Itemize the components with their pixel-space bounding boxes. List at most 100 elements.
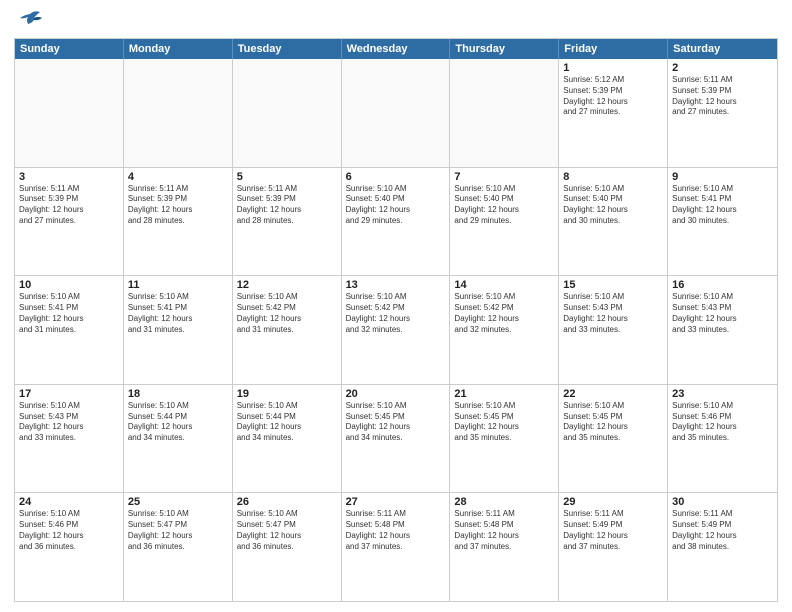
day-number: 30 <box>672 496 773 508</box>
day-number: 29 <box>563 496 663 508</box>
cal-cell: 10Sunrise: 5:10 AM Sunset: 5:41 PM Dayli… <box>15 276 124 384</box>
cal-cell <box>15 59 124 167</box>
calendar: SundayMondayTuesdayWednesdayThursdayFrid… <box>14 38 778 602</box>
day-info: Sunrise: 5:11 AM Sunset: 5:39 PM Dayligh… <box>128 184 228 227</box>
day-header-saturday: Saturday <box>668 39 777 59</box>
day-info: Sunrise: 5:11 AM Sunset: 5:48 PM Dayligh… <box>346 509 446 552</box>
cal-cell: 18Sunrise: 5:10 AM Sunset: 5:44 PM Dayli… <box>124 385 233 493</box>
day-info: Sunrise: 5:11 AM Sunset: 5:39 PM Dayligh… <box>19 184 119 227</box>
cal-cell: 2Sunrise: 5:11 AM Sunset: 5:39 PM Daylig… <box>668 59 777 167</box>
cal-cell: 3Sunrise: 5:11 AM Sunset: 5:39 PM Daylig… <box>15 168 124 276</box>
day-number: 24 <box>19 496 119 508</box>
day-number: 25 <box>128 496 228 508</box>
cal-cell <box>342 59 451 167</box>
day-number: 23 <box>672 388 773 400</box>
day-info: Sunrise: 5:11 AM Sunset: 5:49 PM Dayligh… <box>563 509 663 552</box>
day-info: Sunrise: 5:10 AM Sunset: 5:41 PM Dayligh… <box>128 292 228 335</box>
day-header-sunday: Sunday <box>15 39 124 59</box>
day-number: 7 <box>454 171 554 183</box>
day-header-monday: Monday <box>124 39 233 59</box>
cal-cell: 11Sunrise: 5:10 AM Sunset: 5:41 PM Dayli… <box>124 276 233 384</box>
day-number: 2 <box>672 62 773 74</box>
logo <box>14 10 44 32</box>
cal-cell: 17Sunrise: 5:10 AM Sunset: 5:43 PM Dayli… <box>15 385 124 493</box>
week-row-1: 3Sunrise: 5:11 AM Sunset: 5:39 PM Daylig… <box>15 168 777 277</box>
day-number: 11 <box>128 279 228 291</box>
cal-cell: 27Sunrise: 5:11 AM Sunset: 5:48 PM Dayli… <box>342 493 451 601</box>
day-info: Sunrise: 5:10 AM Sunset: 5:46 PM Dayligh… <box>19 509 119 552</box>
cal-cell: 4Sunrise: 5:11 AM Sunset: 5:39 PM Daylig… <box>124 168 233 276</box>
day-info: Sunrise: 5:10 AM Sunset: 5:46 PM Dayligh… <box>672 401 773 444</box>
cal-cell: 21Sunrise: 5:10 AM Sunset: 5:45 PM Dayli… <box>450 385 559 493</box>
day-info: Sunrise: 5:10 AM Sunset: 5:42 PM Dayligh… <box>346 292 446 335</box>
day-info: Sunrise: 5:10 AM Sunset: 5:45 PM Dayligh… <box>563 401 663 444</box>
cal-cell: 19Sunrise: 5:10 AM Sunset: 5:44 PM Dayli… <box>233 385 342 493</box>
day-header-tuesday: Tuesday <box>233 39 342 59</box>
day-number: 20 <box>346 388 446 400</box>
cal-cell: 1Sunrise: 5:12 AM Sunset: 5:39 PM Daylig… <box>559 59 668 167</box>
day-info: Sunrise: 5:12 AM Sunset: 5:39 PM Dayligh… <box>563 75 663 118</box>
cal-cell: 13Sunrise: 5:10 AM Sunset: 5:42 PM Dayli… <box>342 276 451 384</box>
day-info: Sunrise: 5:11 AM Sunset: 5:39 PM Dayligh… <box>237 184 337 227</box>
logo-bird-icon <box>16 10 44 32</box>
page: SundayMondayTuesdayWednesdayThursdayFrid… <box>0 0 792 612</box>
day-number: 8 <box>563 171 663 183</box>
day-info: Sunrise: 5:10 AM Sunset: 5:43 PM Dayligh… <box>672 292 773 335</box>
cal-cell: 16Sunrise: 5:10 AM Sunset: 5:43 PM Dayli… <box>668 276 777 384</box>
day-number: 10 <box>19 279 119 291</box>
day-info: Sunrise: 5:10 AM Sunset: 5:43 PM Dayligh… <box>563 292 663 335</box>
day-info: Sunrise: 5:10 AM Sunset: 5:45 PM Dayligh… <box>346 401 446 444</box>
cal-cell: 29Sunrise: 5:11 AM Sunset: 5:49 PM Dayli… <box>559 493 668 601</box>
cal-cell: 20Sunrise: 5:10 AM Sunset: 5:45 PM Dayli… <box>342 385 451 493</box>
week-row-4: 24Sunrise: 5:10 AM Sunset: 5:46 PM Dayli… <box>15 493 777 601</box>
cal-cell: 24Sunrise: 5:10 AM Sunset: 5:46 PM Dayli… <box>15 493 124 601</box>
day-number: 9 <box>672 171 773 183</box>
cal-cell: 28Sunrise: 5:11 AM Sunset: 5:48 PM Dayli… <box>450 493 559 601</box>
cal-cell: 22Sunrise: 5:10 AM Sunset: 5:45 PM Dayli… <box>559 385 668 493</box>
day-number: 18 <box>128 388 228 400</box>
day-number: 27 <box>346 496 446 508</box>
cal-cell: 25Sunrise: 5:10 AM Sunset: 5:47 PM Dayli… <box>124 493 233 601</box>
cal-cell: 23Sunrise: 5:10 AM Sunset: 5:46 PM Dayli… <box>668 385 777 493</box>
day-info: Sunrise: 5:10 AM Sunset: 5:47 PM Dayligh… <box>237 509 337 552</box>
day-number: 14 <box>454 279 554 291</box>
day-number: 3 <box>19 171 119 183</box>
day-info: Sunrise: 5:10 AM Sunset: 5:44 PM Dayligh… <box>237 401 337 444</box>
day-number: 13 <box>346 279 446 291</box>
day-info: Sunrise: 5:10 AM Sunset: 5:40 PM Dayligh… <box>346 184 446 227</box>
day-info: Sunrise: 5:11 AM Sunset: 5:39 PM Dayligh… <box>672 75 773 118</box>
day-info: Sunrise: 5:11 AM Sunset: 5:48 PM Dayligh… <box>454 509 554 552</box>
day-info: Sunrise: 5:10 AM Sunset: 5:41 PM Dayligh… <box>19 292 119 335</box>
day-info: Sunrise: 5:10 AM Sunset: 5:40 PM Dayligh… <box>563 184 663 227</box>
cal-cell: 5Sunrise: 5:11 AM Sunset: 5:39 PM Daylig… <box>233 168 342 276</box>
day-info: Sunrise: 5:10 AM Sunset: 5:41 PM Dayligh… <box>672 184 773 227</box>
cal-cell: 12Sunrise: 5:10 AM Sunset: 5:42 PM Dayli… <box>233 276 342 384</box>
day-number: 6 <box>346 171 446 183</box>
day-number: 12 <box>237 279 337 291</box>
day-number: 16 <box>672 279 773 291</box>
cal-cell <box>450 59 559 167</box>
week-row-2: 10Sunrise: 5:10 AM Sunset: 5:41 PM Dayli… <box>15 276 777 385</box>
day-number: 1 <box>563 62 663 74</box>
day-info: Sunrise: 5:10 AM Sunset: 5:45 PM Dayligh… <box>454 401 554 444</box>
day-info: Sunrise: 5:10 AM Sunset: 5:42 PM Dayligh… <box>237 292 337 335</box>
cal-cell <box>124 59 233 167</box>
cal-cell: 30Sunrise: 5:11 AM Sunset: 5:49 PM Dayli… <box>668 493 777 601</box>
cal-cell: 8Sunrise: 5:10 AM Sunset: 5:40 PM Daylig… <box>559 168 668 276</box>
calendar-body: 1Sunrise: 5:12 AM Sunset: 5:39 PM Daylig… <box>15 59 777 601</box>
day-info: Sunrise: 5:10 AM Sunset: 5:42 PM Dayligh… <box>454 292 554 335</box>
day-number: 19 <box>237 388 337 400</box>
day-number: 22 <box>563 388 663 400</box>
day-number: 5 <box>237 171 337 183</box>
day-header-thursday: Thursday <box>450 39 559 59</box>
day-info: Sunrise: 5:10 AM Sunset: 5:43 PM Dayligh… <box>19 401 119 444</box>
cal-cell: 26Sunrise: 5:10 AM Sunset: 5:47 PM Dayli… <box>233 493 342 601</box>
week-row-0: 1Sunrise: 5:12 AM Sunset: 5:39 PM Daylig… <box>15 59 777 168</box>
week-row-3: 17Sunrise: 5:10 AM Sunset: 5:43 PM Dayli… <box>15 385 777 494</box>
day-info: Sunrise: 5:10 AM Sunset: 5:44 PM Dayligh… <box>128 401 228 444</box>
header <box>14 10 778 32</box>
cal-cell: 7Sunrise: 5:10 AM Sunset: 5:40 PM Daylig… <box>450 168 559 276</box>
cal-cell <box>233 59 342 167</box>
day-number: 17 <box>19 388 119 400</box>
day-number: 28 <box>454 496 554 508</box>
